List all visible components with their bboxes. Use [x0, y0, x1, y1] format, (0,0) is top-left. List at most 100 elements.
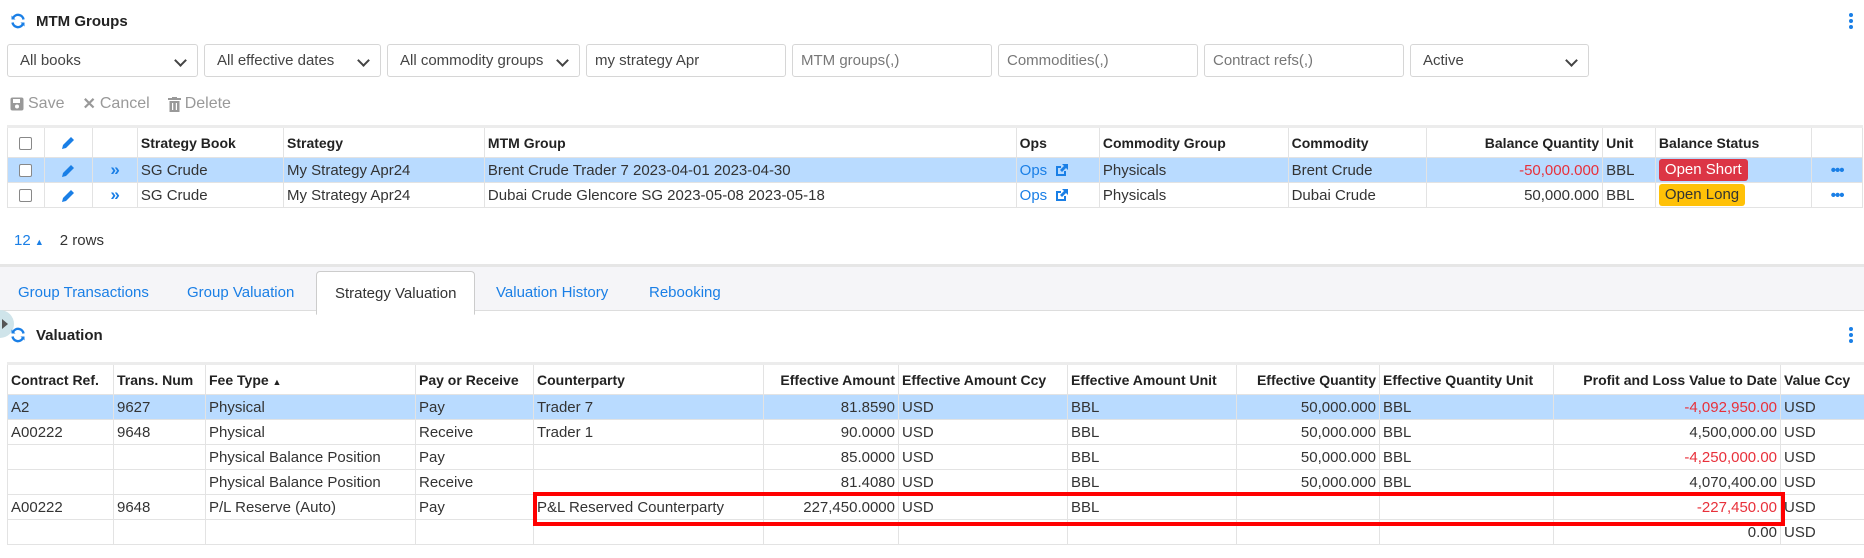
expand-row-button[interactable]: »: [92, 182, 138, 208]
col-value-ccy[interactable]: Value Ccy: [1780, 362, 1864, 395]
save-label: Save: [28, 95, 65, 112]
cell-value-ccy: USD: [1780, 394, 1864, 420]
books-select[interactable]: All books: [7, 44, 198, 77]
col-effective-amount-unit[interactable]: Effective Amount Unit: [1067, 362, 1237, 395]
cell-contract-ref: A00222: [7, 419, 114, 445]
mtm-groups-header: MTM Groups: [0, 1, 1864, 41]
cell-effective-quantity: 50,000.000: [1236, 444, 1380, 470]
col-effective-amount-ccy[interactable]: Effective Amount Ccy: [898, 362, 1068, 395]
external-link-icon[interactable]: [1055, 164, 1069, 177]
table-row[interactable]: » SG Crude My Strategy Apr24 Brent Crude…: [7, 157, 1863, 183]
table-row[interactable]: A00222 9648 P/L Reserve (Auto) Pay P&L R…: [7, 494, 1864, 520]
cell-balance-status: Open Short: [1654, 157, 1813, 183]
cancel-label: Cancel: [99, 95, 150, 112]
pager: 12 ▲ 2 rows: [14, 232, 104, 249]
panel-title: Valuation: [36, 326, 103, 344]
cancel-button[interactable]: ✕ Cancel: [82, 94, 149, 114]
commodity-groups-value: All commodity groups: [400, 52, 544, 69]
col-mtm-group[interactable]: MTM Group: [483, 125, 1017, 158]
more-options-icon[interactable]: [1848, 13, 1854, 29]
table-row[interactable]: Physical Balance Position Pay 85.0000 US…: [7, 444, 1864, 470]
table-row[interactable]: Physical Balance Position Receive 81.408…: [7, 469, 1864, 495]
col-counterparty[interactable]: Counterparty: [533, 362, 764, 395]
table-row[interactable]: A2 9627 Physical Pay Trader 7 81.8590 US…: [7, 394, 1864, 420]
row-checkbox[interactable]: [7, 157, 45, 183]
cell-effective-quantity: 50,000.000: [1236, 419, 1380, 445]
double-chevron-right-icon: »: [110, 160, 120, 179]
cell-value-ccy: USD: [1780, 494, 1864, 520]
expand-row-button[interactable]: »: [92, 157, 138, 183]
commodities-input[interactable]: Commodities(,): [998, 44, 1198, 77]
tab-valuation-history[interactable]: Valuation History: [478, 271, 626, 314]
status-select[interactable]: Active: [1410, 44, 1589, 77]
col-balance-quantity[interactable]: Balance Quantity: [1425, 125, 1604, 158]
cell-counterparty: Trader 7: [533, 394, 764, 420]
cell-trans-num: [113, 519, 206, 545]
caret-up-icon: ▲: [34, 237, 44, 247]
external-link-icon[interactable]: [1055, 189, 1069, 202]
edit-row-button[interactable]: [43, 182, 94, 208]
cell-balance-quantity: 50,000.000: [1425, 182, 1604, 208]
col-fee-type[interactable]: Fee Type ▲: [205, 362, 416, 395]
col-unit[interactable]: Unit: [1602, 125, 1656, 158]
cell-mtm-group: Dubai Crude Glencore SG 2023-05-08 2023-…: [483, 182, 1017, 208]
col-contract-ref[interactable]: Contract Ref.: [7, 362, 114, 395]
cell-ops[interactable]: Ops: [1015, 157, 1100, 183]
actions-column-header: [1811, 125, 1863, 158]
col-strategy[interactable]: Strategy: [283, 125, 485, 158]
effective-dates-select[interactable]: All effective dates: [204, 44, 381, 77]
table-row[interactable]: A00222 9648 Physical Receive Trader 1 90…: [7, 419, 1864, 445]
cell-contract-ref: A2: [7, 394, 114, 420]
tab-group-valuation[interactable]: Group Valuation: [169, 271, 312, 314]
cell-effective-amount-ccy: USD: [898, 394, 1068, 420]
commodity-groups-select[interactable]: All commodity groups: [387, 44, 580, 77]
cell-effective-amount: 90.0000: [763, 419, 899, 445]
row-checkbox[interactable]: [7, 182, 45, 208]
col-commodity[interactable]: Commodity: [1287, 125, 1427, 158]
col-balance-status[interactable]: Balance Status: [1654, 125, 1813, 158]
strategy-search-input[interactable]: my strategy Apr: [586, 44, 786, 77]
status-select-value: Active: [1423, 52, 1464, 69]
page-size-selector[interactable]: 12 ▲: [14, 232, 44, 249]
cell-strategy-book: SG Crude: [136, 157, 285, 183]
cell-commodity: Brent Crude: [1287, 157, 1427, 183]
cell-value-ccy: USD: [1780, 419, 1864, 445]
edit-row-button[interactable]: [43, 157, 94, 183]
table-row[interactable]: 0.00 USD: [7, 519, 1864, 545]
page-size-value: 12: [14, 232, 31, 249]
col-trans-num[interactable]: Trans. Num: [113, 362, 206, 395]
cell-ops[interactable]: Ops: [1015, 182, 1100, 208]
select-all-checkbox[interactable]: [7, 125, 45, 158]
cell-effective-amount-unit: BBL: [1067, 494, 1237, 520]
cell-effective-quantity-unit: BBL: [1379, 419, 1554, 445]
col-effective-amount[interactable]: Effective Amount: [763, 362, 899, 395]
cell-effective-amount: 81.4080: [763, 469, 899, 495]
table-row[interactable]: » SG Crude My Strategy Apr24 Dubai Crude…: [7, 182, 1863, 208]
tab-group-transactions[interactable]: Group Transactions: [0, 271, 167, 314]
refresh-icon[interactable]: [10, 13, 26, 29]
contract-refs-input[interactable]: Contract refs(,): [1204, 44, 1404, 77]
tab-rebooking[interactable]: Rebooking: [631, 271, 739, 314]
col-pnl-value-to-date[interactable]: Profit and Loss Value to Date: [1553, 362, 1781, 395]
col-effective-quantity-unit[interactable]: Effective Quantity Unit: [1379, 362, 1554, 395]
delete-button[interactable]: Delete: [167, 94, 231, 114]
cell-commodity: Dubai Crude: [1287, 182, 1427, 208]
row-actions-button[interactable]: •••: [1811, 182, 1863, 208]
refresh-icon[interactable]: [10, 327, 26, 343]
ops-link[interactable]: Ops: [1020, 162, 1048, 179]
close-icon: ✕: [82, 96, 96, 113]
cell-pay-or-receive: [415, 519, 534, 545]
col-strategy-book[interactable]: Strategy Book: [136, 125, 285, 158]
ops-link[interactable]: Ops: [1020, 187, 1048, 204]
mtm-groups-input[interactable]: MTM groups(,): [792, 44, 992, 77]
row-actions-button[interactable]: •••: [1811, 157, 1863, 183]
col-pay-or-receive[interactable]: Pay or Receive: [415, 362, 534, 395]
commodities-placeholder: Commodities(,): [1007, 52, 1109, 69]
more-options-icon[interactable]: [1848, 327, 1854, 343]
col-commodity-group[interactable]: Commodity Group: [1098, 125, 1289, 158]
col-effective-quantity[interactable]: Effective Quantity: [1236, 362, 1380, 395]
tab-strategy-valuation[interactable]: Strategy Valuation: [316, 271, 476, 315]
tab-bar: Group Transactions Group Valuation Strat…: [0, 264, 1864, 315]
save-button[interactable]: Save: [10, 94, 64, 114]
col-ops[interactable]: Ops: [1015, 125, 1100, 158]
